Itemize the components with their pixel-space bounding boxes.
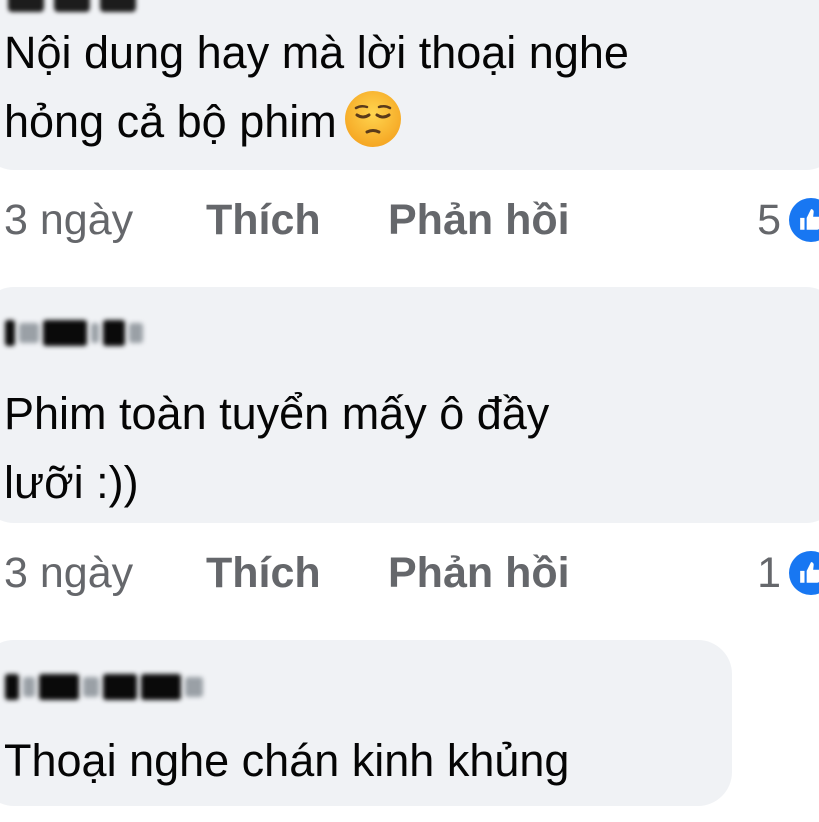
comment-timestamp[interactable]: 3 ngày xyxy=(4,543,133,603)
comment-text-line: hỏng cả bộ phim xyxy=(4,87,629,156)
reply-button[interactable]: Phản hồi xyxy=(388,190,570,250)
reaction-summary[interactable]: 5 xyxy=(757,190,819,250)
comment-text: Phim toàn tuyển mấy ô đầy lưỡi :)) xyxy=(4,379,549,517)
author-name-blurred[interactable] xyxy=(5,313,143,353)
comment-text-line: Nội dung hay mà lời thoại nghe xyxy=(4,27,629,78)
comment-actions: 3 ngày Thích Phản hồi 5 xyxy=(0,190,819,250)
reply-button[interactable]: Phản hồi xyxy=(388,543,570,603)
comment-text-line: lưỡi :)) xyxy=(4,457,139,508)
comment-text: Thoại nghe chán kinh khủng xyxy=(4,726,569,795)
comment-text-line: Thoại nghe chán kinh khủng xyxy=(4,735,570,786)
author-name-blurred[interactable] xyxy=(5,667,203,707)
reaction-summary[interactable]: 1 xyxy=(757,543,819,603)
comment-text-line: Phim toàn tuyển mấy ô đầy xyxy=(4,388,550,439)
pensive-face-icon xyxy=(344,91,401,147)
like-reaction-icon xyxy=(789,551,819,595)
comment-text: Nội dung hay mà lời thoại nghe hỏng cả b… xyxy=(4,18,629,156)
like-button[interactable]: Thích xyxy=(206,190,321,250)
comment-actions: 3 ngày Thích Phản hồi 1 xyxy=(0,543,819,603)
reaction-count: 5 xyxy=(757,196,781,244)
author-name-blurred[interactable] xyxy=(8,0,136,12)
reaction-count: 1 xyxy=(757,549,781,597)
like-button[interactable]: Thích xyxy=(206,543,321,603)
like-reaction-icon xyxy=(789,198,819,242)
comment-timestamp[interactable]: 3 ngày xyxy=(4,190,133,250)
